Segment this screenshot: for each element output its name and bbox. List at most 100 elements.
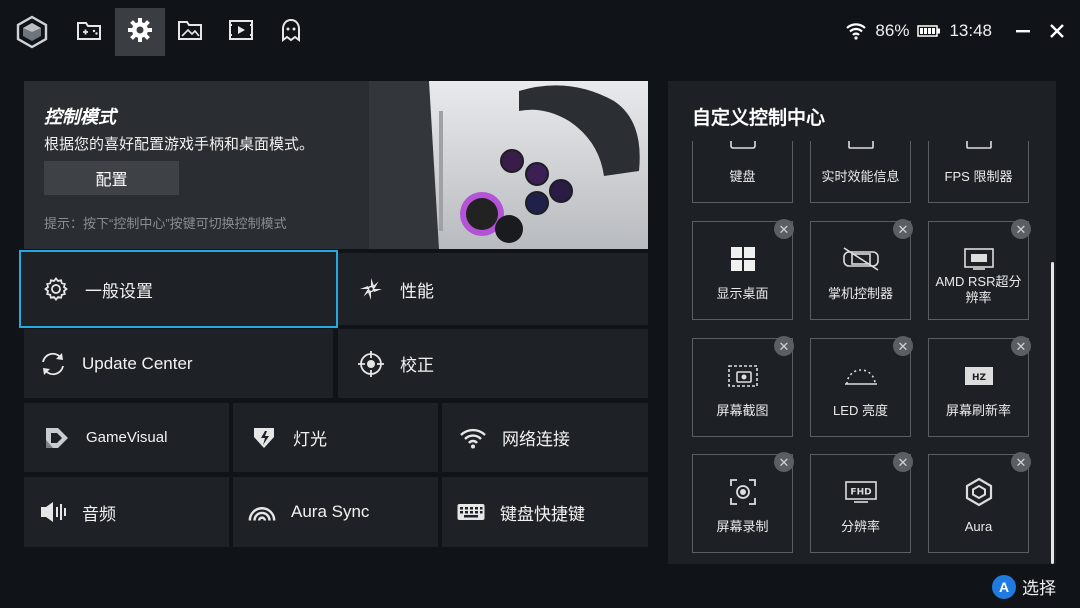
remove-item-button[interactable]: ✕ <box>893 219 913 239</box>
settings-outline-icon <box>41 274 71 304</box>
video-play-icon <box>227 18 255 47</box>
target-crosshair-icon <box>356 349 386 379</box>
ghost-icon <box>278 17 304 48</box>
cc-item-label: LED 亮度 <box>833 403 888 418</box>
aura-sync-icon <box>247 497 277 527</box>
gear-icon <box>127 17 153 48</box>
tile-audio[interactable]: 音频 <box>24 477 229 547</box>
control-mode-banner: 控制模式 根据您的喜好配置游戏手柄和桌面模式。 配置 提示：按下“控制中心”按键… <box>24 81 648 249</box>
tab-game-library[interactable] <box>64 8 114 56</box>
performance-fan-icon <box>356 274 386 304</box>
tile-label: 灯光 <box>293 430 327 449</box>
tab-gallery[interactable] <box>165 8 215 56</box>
cc-item-label: 键盘 <box>729 169 756 184</box>
banner-title: 控制模式 <box>44 107 116 127</box>
tile-calibration[interactable]: 校正 <box>338 329 648 398</box>
banner-hint: 提示：按下“控制中心”按键可切换控制模式 <box>44 216 287 231</box>
control-center-panel: 自定义控制中心 键盘 实时效能信息 FPS 限制器 显示桌面 掌机控制器 AMD… <box>668 81 1056 564</box>
tile-label: 音频 <box>82 504 116 524</box>
svg-text:FHD: FHD <box>850 488 871 498</box>
remove-item-button[interactable]: ✕ <box>893 452 913 472</box>
keyboard-icon <box>693 141 792 157</box>
wifi-icon <box>458 423 488 453</box>
tile-gamevisual[interactable]: GameVisual <box>24 403 229 472</box>
tab-armoury[interactable] <box>266 8 316 56</box>
tile-label: Update Center <box>82 353 193 373</box>
cc-item-fps-limiter[interactable]: FPS 限制器 <box>928 141 1029 203</box>
clock: 13:48 <box>949 21 992 40</box>
controller-off-icon <box>811 244 910 274</box>
battery-percent: 86% <box>875 21 910 40</box>
tile-label: 一般设置 <box>85 281 153 301</box>
cc-item-label: FPS 限制器 <box>944 169 1013 184</box>
tile-label: 键盘快捷键 <box>500 504 585 524</box>
footer-hint: A 选择 <box>992 574 1056 599</box>
windows-icon <box>693 244 792 274</box>
tile-performance[interactable]: 性能 <box>338 253 648 325</box>
cc-item-label: 屏幕刷新率 <box>945 403 1011 418</box>
close-button[interactable] <box>1040 14 1074 48</box>
screen-record-icon <box>693 477 792 507</box>
cc-item-label: 掌机控制器 <box>827 286 893 301</box>
tile-general-settings[interactable]: 一般设置 <box>19 250 338 328</box>
status-area: 86% 13:48 <box>845 0 1080 62</box>
select-label: 选择 <box>1022 579 1056 598</box>
rog-logo-icon <box>14 14 50 50</box>
screenshot-icon <box>693 361 792 391</box>
led-brightness-icon <box>811 361 910 391</box>
wifi-icon <box>845 22 867 40</box>
minimize-button[interactable] <box>1006 14 1040 48</box>
a-button-icon: A <box>992 574 1016 599</box>
remove-item-button[interactable]: ✕ <box>774 219 794 239</box>
battery-icon <box>917 25 941 37</box>
cc-item-label: Aura <box>964 519 993 534</box>
banner-description: 根据您的喜好配置游戏手柄和桌面模式。 <box>44 136 315 153</box>
keyboard-icon <box>456 497 486 527</box>
remove-item-button[interactable]: ✕ <box>893 336 913 356</box>
hd-icon <box>929 244 1028 274</box>
tile-label: Aura Sync <box>291 502 370 521</box>
gamevisual-icon <box>42 423 72 453</box>
lighting-icon <box>249 423 279 453</box>
cc-item-label: 实时效能信息 <box>821 169 900 184</box>
control-center-grid[interactable]: 键盘 实时效能信息 FPS 限制器 显示桌面 掌机控制器 AMD RSR超分辨率… <box>668 141 1056 564</box>
tab-video[interactable] <box>216 8 266 56</box>
tile-aura-sync[interactable]: Aura Sync <box>233 477 438 547</box>
tile-update-center[interactable]: Update Center <box>24 329 333 398</box>
tile-lighting[interactable]: 灯光 <box>233 403 438 472</box>
remove-item-button[interactable]: ✕ <box>1011 219 1031 239</box>
cc-item-performance-info[interactable]: 实时效能信息 <box>810 141 911 203</box>
monitor-icon <box>811 141 910 157</box>
cc-item-label: 屏幕截图 <box>716 403 769 418</box>
tile-label: 网络连接 <box>502 430 570 449</box>
cc-item-keyboard[interactable]: 键盘 <box>692 141 793 203</box>
gamepad-library-icon <box>75 18 103 47</box>
remove-item-button[interactable]: ✕ <box>1011 336 1031 356</box>
remove-item-button[interactable]: ✕ <box>774 336 794 356</box>
speaker-icon <box>38 497 68 527</box>
tab-settings[interactable] <box>115 8 165 56</box>
refresh-sync-icon <box>38 349 68 379</box>
top-bar: 86% 13:48 <box>0 0 1080 62</box>
cc-item-label: 分辨率 <box>840 519 880 534</box>
remove-item-button[interactable]: ✕ <box>774 452 794 472</box>
cc-item-label: AMD RSR超分辨率 <box>935 274 1022 305</box>
tile-label: 校正 <box>400 356 434 375</box>
panel-scrollbar[interactable] <box>1051 262 1054 564</box>
panel-title: 自定义控制中心 <box>692 108 826 129</box>
fps-icon <box>929 141 1028 157</box>
tile-label: 性能 <box>400 281 434 301</box>
configure-button[interactable]: 配置 <box>44 161 179 195</box>
svg-text:HZ: HZ <box>971 373 986 383</box>
refresh-rate-icon: HZ <box>929 361 1028 391</box>
remove-item-button[interactable]: ✕ <box>1011 452 1031 472</box>
gallery-folder-icon <box>176 18 204 47</box>
cc-item-label: 显示桌面 <box>716 286 769 301</box>
tile-network[interactable]: 网络连接 <box>442 403 648 472</box>
aura-icon <box>929 477 1028 507</box>
handheld-device-image <box>369 81 648 249</box>
tile-keyboard-shortcuts[interactable]: 键盘快捷键 <box>442 477 648 547</box>
cc-item-label: 屏幕录制 <box>716 519 769 534</box>
tile-label: GameVisual <box>86 429 168 446</box>
fhd-icon: FHD <box>811 477 910 507</box>
